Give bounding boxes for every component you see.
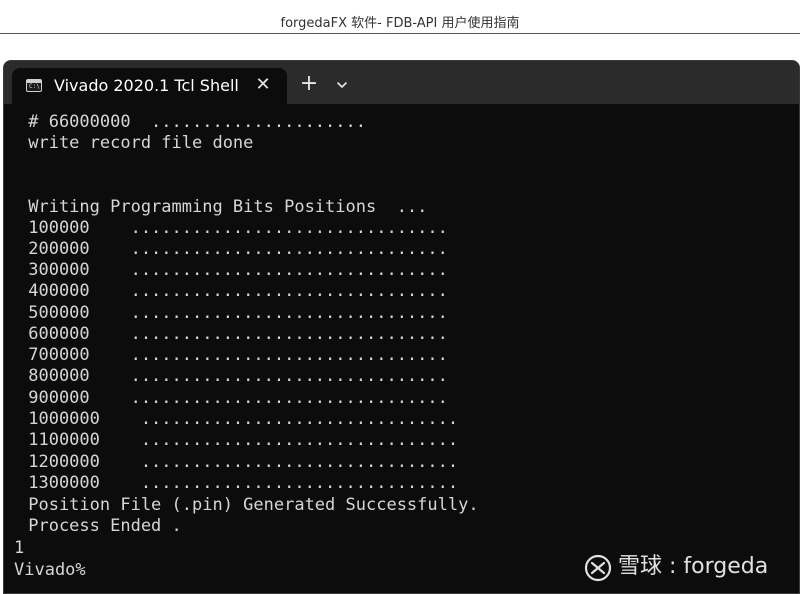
terminal-line: 700000 ............................... bbox=[18, 345, 448, 365]
terminal-line: 400000 ............................... bbox=[18, 281, 448, 301]
terminal-prompt: Vivado% bbox=[14, 560, 86, 580]
new-tab-button[interactable]: + bbox=[298, 73, 320, 97]
terminal-line: 500000 ............................... bbox=[18, 303, 448, 323]
terminal-icon: C:\ bbox=[26, 79, 42, 92]
chevron-down-icon[interactable] bbox=[332, 75, 352, 95]
terminal-line: 600000 ............................... bbox=[18, 324, 448, 344]
document-header: forgedaFX 软件- FDB-API 用户使用指南 bbox=[0, 0, 800, 34]
terminal-line: Process Ended . bbox=[18, 516, 182, 536]
terminal-output[interactable]: # 66000000 ..................... write r… bbox=[4, 104, 799, 593]
terminal-window: C:\ Vivado 2020.1 Tcl Shell - C ✕ + # 66… bbox=[3, 60, 800, 594]
terminal-line: Position File (.pin) Generated Successfu… bbox=[18, 495, 479, 515]
terminal-line: 1100000 ............................... bbox=[18, 430, 459, 450]
snowball-logo-icon bbox=[584, 554, 612, 582]
terminal-line: 900000 ............................... bbox=[18, 388, 448, 408]
terminal-line: write record file done bbox=[18, 133, 254, 153]
terminal-icon-glyph: C:\ bbox=[29, 83, 40, 90]
terminal-line: 800000 ............................... bbox=[18, 366, 448, 386]
terminal-line: 1000000 ............................... bbox=[18, 409, 459, 429]
terminal-line: 1200000 ............................... bbox=[18, 452, 459, 472]
terminal-line: 200000 ............................... bbox=[18, 239, 448, 259]
tab-title: Vivado 2020.1 Tcl Shell - C bbox=[54, 76, 240, 95]
terminal-line: 300000 ............................... bbox=[18, 260, 448, 280]
close-icon[interactable]: ✕ bbox=[252, 73, 274, 97]
terminal-line: Writing Programming Bits Positions ... bbox=[18, 197, 428, 217]
window-titlebar: C:\ Vivado 2020.1 Tcl Shell - C ✕ + bbox=[4, 61, 799, 104]
terminal-line: # 66000000 ..................... bbox=[18, 112, 366, 132]
terminal-line: 1300000 ............................... bbox=[18, 473, 459, 493]
document-header-title: forgedaFX 软件- FDB-API 用户使用指南 bbox=[280, 16, 520, 31]
terminal-line: 1 bbox=[14, 538, 25, 558]
watermark-text: 雪球 : forgeda bbox=[618, 554, 769, 579]
tab-vivado-tcl-shell[interactable]: C:\ Vivado 2020.1 Tcl Shell - C ✕ bbox=[12, 68, 287, 104]
terminal-line: 100000 ............................... bbox=[18, 218, 448, 238]
